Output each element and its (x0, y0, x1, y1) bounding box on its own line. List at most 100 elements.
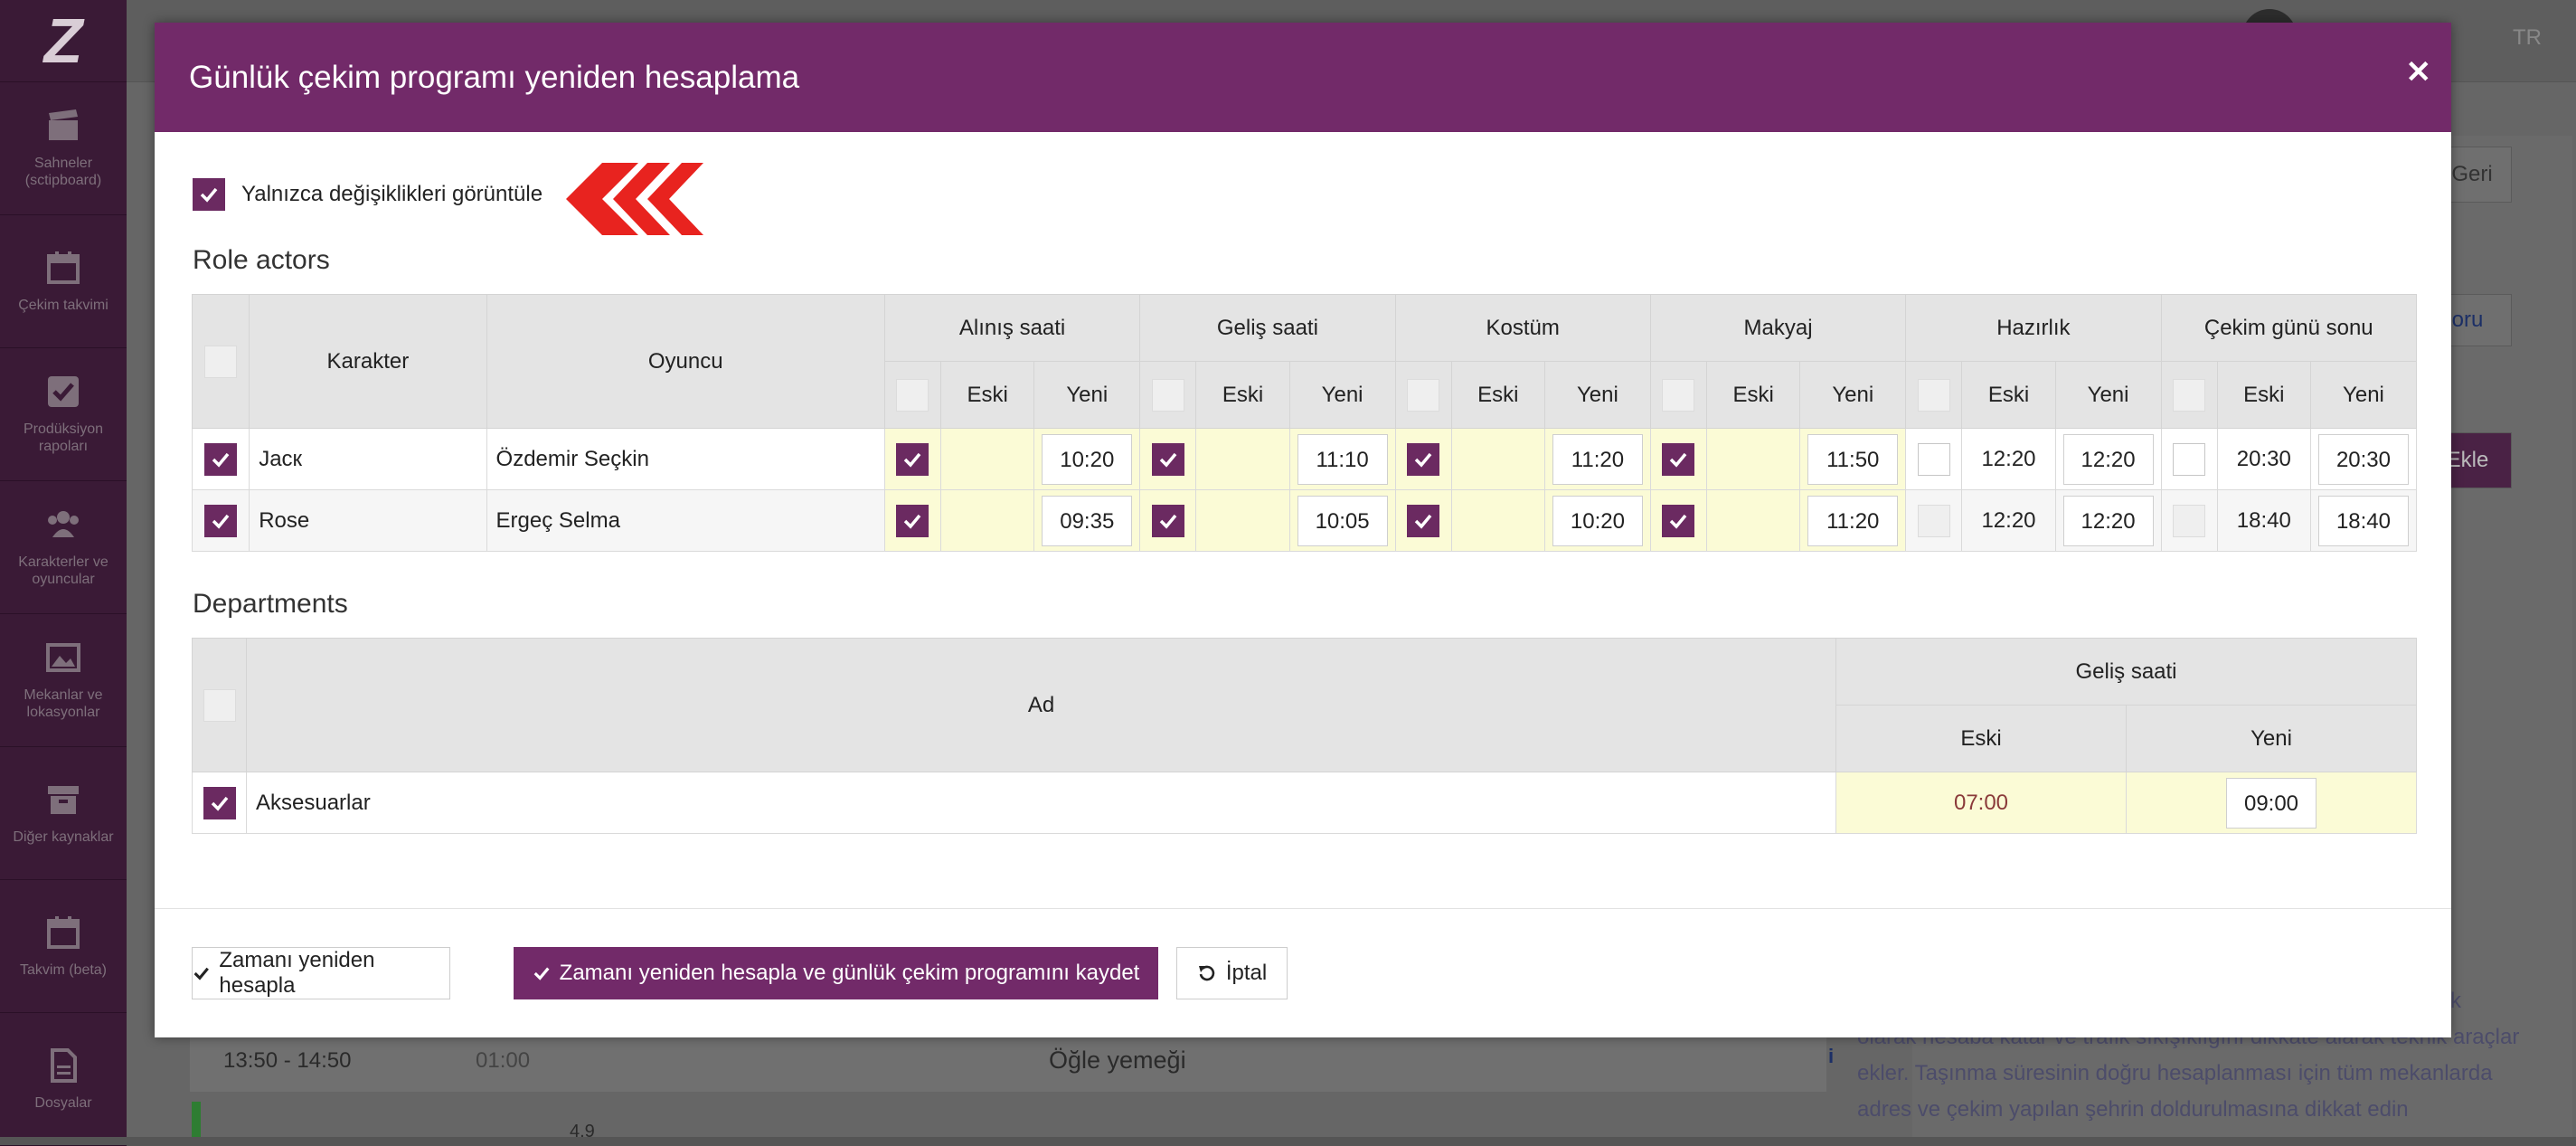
cell-checkbox[interactable] (1662, 442, 1695, 476)
new-time-input[interactable]: 20:30 (2317, 433, 2409, 485)
new-time-input[interactable]: 10:05 (1297, 495, 1388, 546)
sidebar-item-locations[interactable]: Mekanlar ve lokasyonlar (0, 614, 127, 747)
cell-checkbox[interactable] (1662, 504, 1695, 537)
group-header-arrival: Geliş saati (1835, 638, 2417, 706)
lunch-duration: 01:00 (476, 1048, 531, 1073)
subheader-new: Yeni (1543, 361, 1651, 429)
cell-select (1905, 489, 1963, 552)
subheader-new: Yeni (1799, 361, 1907, 429)
cell-checkbox[interactable] (1151, 504, 1184, 537)
check-icon (193, 967, 209, 980)
column-header-character[interactable]: Karakter (249, 294, 487, 429)
close-icon[interactable]: ✕ (2406, 54, 2432, 90)
sidebar-item-production-reports[interactable]: Prodüksiyon rapoları (0, 348, 127, 481)
check-icon (1159, 452, 1177, 468)
select-all-checkbox[interactable] (204, 345, 238, 378)
only-changes-toggle[interactable]: Yalnızca değişiklikleri görüntüle (193, 178, 543, 211)
new-time-cell: 10:20 (1543, 489, 1651, 552)
subheader-old: Eski (1450, 361, 1545, 429)
new-time-input[interactable]: 12:20 (2062, 433, 2154, 485)
cell-checkbox[interactable] (1407, 504, 1440, 537)
row-checkbox[interactable] (204, 504, 238, 537)
triple-chevron-left-icon (566, 163, 703, 235)
department-row: Aksesuarlar 07:00 09:00 (192, 772, 2417, 834)
recalculate-button[interactable]: Zamanı yeniden hesapla (192, 947, 450, 999)
recalculate-button-label: Zamanı yeniden hesapla (219, 948, 375, 998)
old-time: 20:30 (2216, 428, 2311, 490)
modal-title: Günlük çekim programı yeniden hesaplama (189, 59, 800, 95)
new-time-cell: 20:30 (2309, 428, 2418, 490)
cell-checkbox[interactable] (896, 504, 929, 537)
sidebar-item-scenes[interactable]: Sahneler (sctipboard) (0, 82, 127, 215)
check-icon (904, 452, 921, 468)
new-time-input[interactable]: 11:10 (1297, 433, 1388, 485)
row-select-cell (191, 428, 250, 490)
new-time-input[interactable]: 10:20 (1552, 495, 1643, 546)
column-header-name[interactable]: Ad (246, 638, 1836, 772)
new-time-cell: 12:20 (2054, 489, 2162, 552)
role-actors-title: Role actors (193, 245, 330, 275)
sidebar-item-label: Prodüksiyon rapoları (23, 421, 104, 454)
image-icon (46, 643, 80, 672)
cancel-button[interactable]: İptal (1176, 947, 1288, 999)
sidebar-item-label: Karakterler ve oyuncular (18, 554, 109, 587)
recalculation-modal: Günlük çekim programı yeniden hesaplama … (155, 23, 2451, 1037)
sidebar-item-characters[interactable]: Karakterler ve oyuncular (0, 481, 127, 614)
group-select-all-checkbox[interactable] (1917, 378, 1950, 412)
new-time-input[interactable]: 09:35 (1042, 495, 1133, 546)
sidebar-item-other-resources[interactable]: Diğer kaynaklar (0, 747, 127, 880)
group-select-all-checkbox[interactable] (2173, 378, 2206, 412)
cell-checkbox[interactable] (1151, 442, 1184, 476)
cell-checkbox[interactable] (2173, 442, 2206, 476)
recalculate-and-save-button[interactable]: Zamanı yeniden hesapla ve günlük çekim p… (514, 947, 1158, 999)
cell-checkbox[interactable] (1407, 442, 1440, 476)
old-time: 12:20 (1961, 489, 2056, 552)
subheader-old: Eski (1961, 361, 2056, 429)
footer-divider (155, 908, 2451, 909)
cell-checkbox[interactable] (1917, 504, 1950, 537)
info-text-line: adres ve çekim yapılan şehrin doldurulma… (1857, 1097, 2409, 1122)
check-icon (1414, 452, 1432, 468)
select-all-checkbox[interactable] (203, 688, 236, 722)
new-time-input[interactable]: 18:40 (2317, 495, 2409, 546)
recalculate-and-save-button-label: Zamanı yeniden hesapla ve günlük çekim p… (559, 961, 1140, 985)
old-time: 18:40 (2216, 489, 2311, 552)
old-time (1706, 489, 1801, 552)
only-changes-checkbox[interactable] (193, 178, 225, 211)
calendar-icon (47, 915, 80, 949)
new-time-input[interactable]: 11:20 (1552, 433, 1643, 485)
new-time-input[interactable]: 10:20 (1042, 433, 1133, 485)
column-header-actor[interactable]: Oyuncu (486, 294, 885, 429)
sidebar-item-files[interactable]: Dosyalar (0, 1013, 127, 1146)
cell-checkbox[interactable] (2173, 504, 2206, 537)
department-new-time-input[interactable]: 09:00 (2226, 777, 2317, 829)
row-checkbox[interactable] (203, 786, 236, 819)
sidebar-item-shooting-schedule[interactable]: Çekim takvimi (0, 215, 127, 348)
select-all-cell (191, 294, 250, 429)
group-select-all-checkbox[interactable] (1662, 378, 1695, 412)
sidebar: Z Sahneler (sctipboard) Çekim takvimi Pr… (0, 0, 127, 1146)
department-old-time: 07:00 (1835, 772, 2127, 834)
language-switch[interactable]: TR (2513, 25, 2542, 51)
old-time: 12:20 (1961, 428, 2056, 490)
calendar-icon (47, 251, 80, 284)
cell-checkbox[interactable] (1917, 442, 1950, 476)
new-time-input[interactable]: 11:20 (1807, 495, 1899, 546)
group-select-all-cell (1905, 361, 1963, 429)
new-time-input[interactable]: 11:50 (1807, 433, 1899, 485)
group-select-all-cell (1139, 361, 1197, 429)
group-select-all-checkbox[interactable] (1151, 378, 1184, 412)
row-checkbox[interactable] (204, 442, 238, 476)
departments-title: Departments (193, 589, 348, 619)
new-time-input[interactable]: 12:20 (2062, 495, 2154, 546)
sidebar-item-calendar-beta[interactable]: Takvim (beta) (0, 880, 127, 1013)
app-logo[interactable]: Z (0, 0, 127, 82)
info-text-line: ekler. Taşınma süresinin doğru hesaplanm… (1857, 1061, 2493, 1085)
group-select-all-cell (1394, 361, 1452, 429)
check-icon (212, 452, 230, 468)
sidebar-item-label: Diğer kaynaklar (13, 829, 114, 845)
group-select-all-checkbox[interactable] (896, 378, 929, 412)
new-time-cell: 10:20 (1033, 428, 1141, 490)
group-select-all-checkbox[interactable] (1407, 378, 1440, 412)
cell-checkbox[interactable] (896, 442, 929, 476)
